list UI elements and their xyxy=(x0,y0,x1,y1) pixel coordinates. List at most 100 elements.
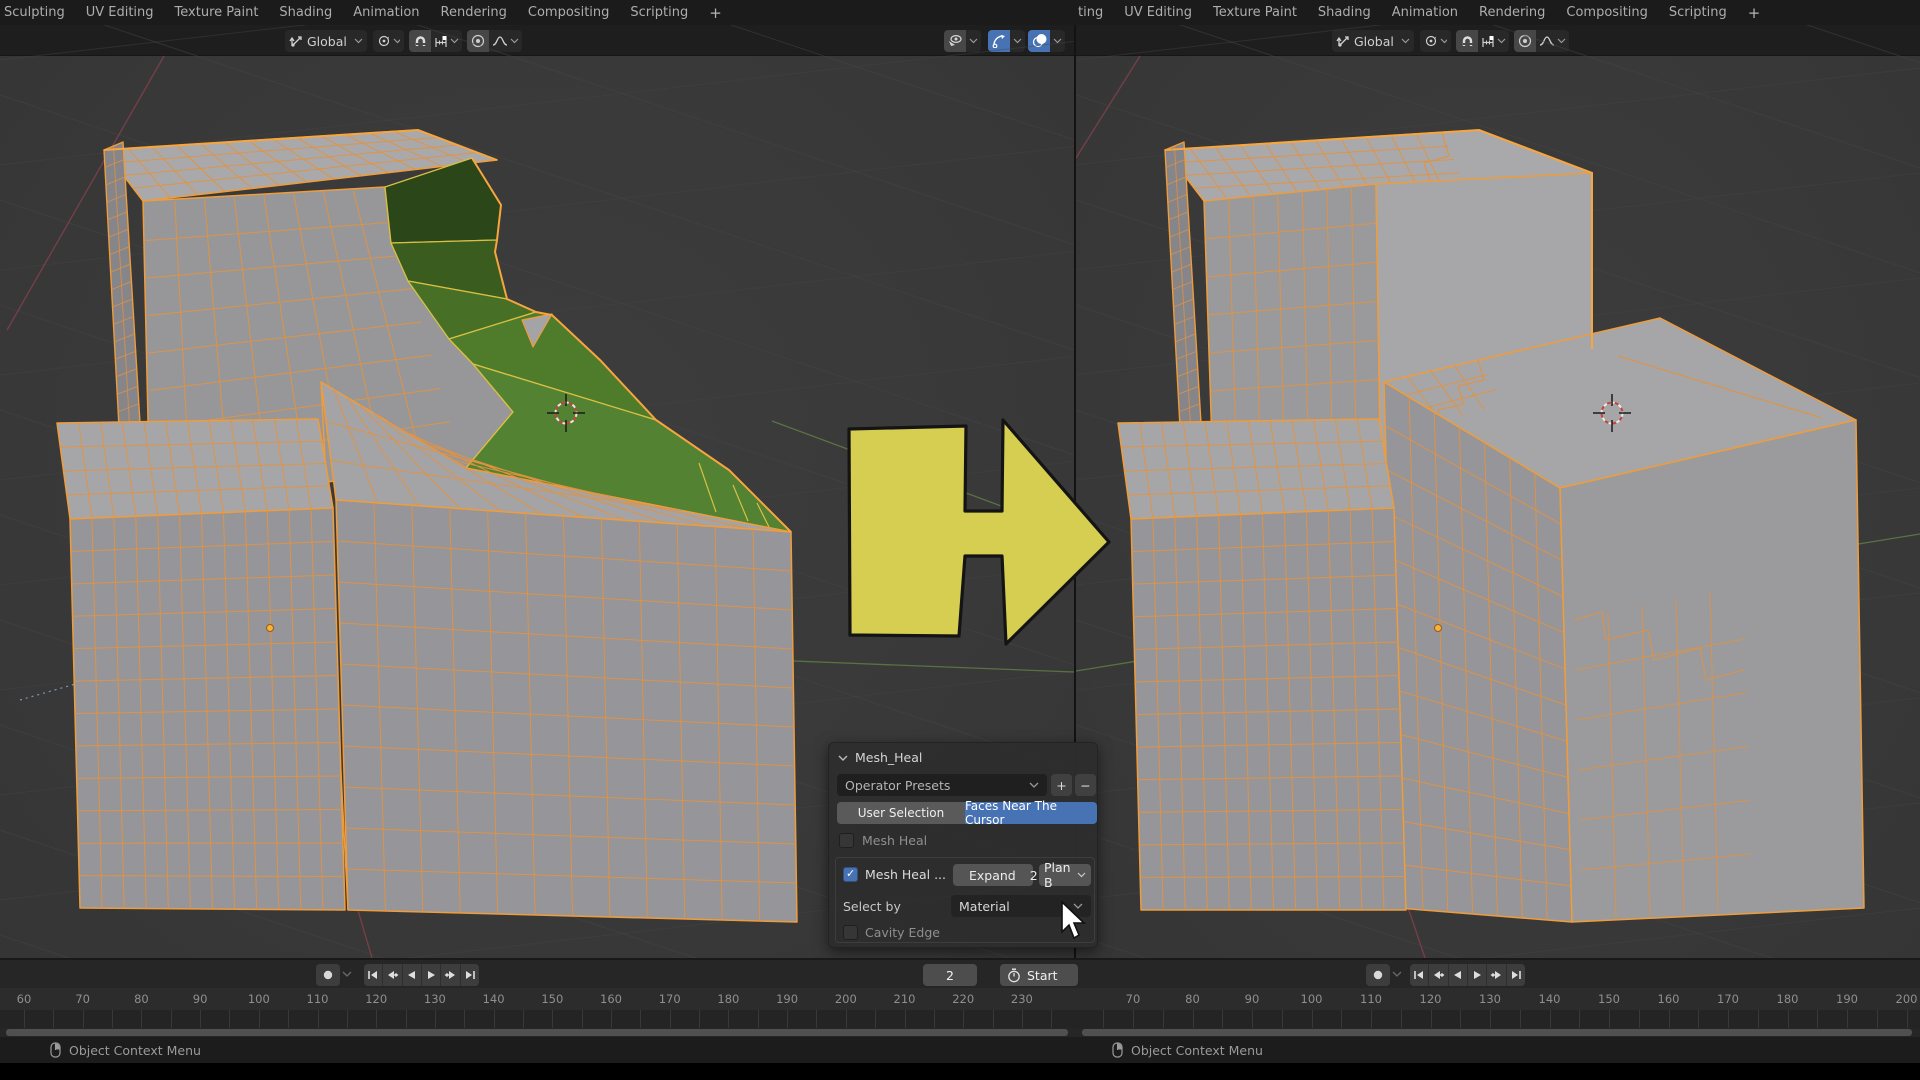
ruler-tick xyxy=(1758,1010,1759,1028)
preset-remove-button[interactable]: − xyxy=(1075,774,1096,796)
workspace-tab-right-uv-editing[interactable]: UV Editing xyxy=(1124,5,1192,20)
snap-with-dropdown[interactable] xyxy=(431,30,462,52)
workspace-tab-right-ting[interactable]: ting xyxy=(1078,5,1103,20)
show-overlays-dropdown[interactable] xyxy=(1050,30,1065,52)
play-reverse-button[interactable] xyxy=(403,964,422,986)
timeline-tick-strip[interactable] xyxy=(0,1010,1920,1028)
panel-header[interactable]: Mesh_Heal xyxy=(829,749,1097,769)
workspace-tab-right-compositing[interactable]: Compositing xyxy=(1566,5,1648,20)
transform-orientation-dropdown-right[interactable]: Global xyxy=(1332,30,1414,52)
pivot-point-dropdown-right[interactable] xyxy=(1420,30,1451,52)
workspace-tab-left-animation[interactable]: Animation xyxy=(353,5,419,20)
proportional-editing-toggle[interactable] xyxy=(1514,30,1536,52)
previous-keyframe-button[interactable] xyxy=(1429,964,1448,986)
timeline-ruler[interactable]: 6070809010011012013014015016017018019020… xyxy=(0,988,1920,1010)
panel-title: Mesh_Heal xyxy=(855,750,922,765)
mesh-heal-sub-checkbox[interactable] xyxy=(843,867,858,882)
workspace-tab-left-texture-paint[interactable]: Texture Paint xyxy=(175,5,259,20)
ruler-tick xyxy=(1609,1010,1610,1028)
ruler-tick xyxy=(640,1010,641,1028)
preset-add-button[interactable]: + xyxy=(1051,774,1072,796)
snap-target-icon xyxy=(1481,35,1495,48)
workspace-tab-right-shading[interactable]: Shading xyxy=(1318,5,1371,20)
record-button-right[interactable] xyxy=(1366,964,1390,986)
select-by-value: Material xyxy=(959,899,1073,914)
timeline-scrollbar-right[interactable] xyxy=(1082,1029,1912,1036)
pivot-icon xyxy=(377,34,389,48)
previous-keyframe-button[interactable] xyxy=(383,964,402,986)
workspace-tab-left-shading[interactable]: Shading xyxy=(279,5,332,20)
record-button-left[interactable] xyxy=(316,964,340,986)
snap-magnet-toggle[interactable] xyxy=(409,30,431,52)
transform-orientation-dropdown-left[interactable]: Global xyxy=(285,30,367,52)
proportional-editing-group-left xyxy=(467,30,522,52)
add-workspace-button[interactable]: + xyxy=(1748,4,1761,22)
show-gizmos-dropdown[interactable] xyxy=(1010,30,1025,52)
pivot-point-dropdown-left[interactable] xyxy=(373,30,404,52)
jump-to-start-button[interactable] xyxy=(1410,964,1429,986)
user-selection-button[interactable]: User Selection xyxy=(837,802,965,824)
ruler-frame-label: 70 xyxy=(75,992,90,1006)
viewport-3d-right[interactable] xyxy=(1076,56,1920,958)
ruler-tick xyxy=(1669,1010,1670,1028)
cavity-edge-checkbox[interactable] xyxy=(843,925,858,940)
chevron-down-icon xyxy=(1440,38,1447,44)
viewport-header-strip: Global Global xyxy=(0,25,1920,56)
workspace-tab-right-texture-paint[interactable]: Texture Paint xyxy=(1213,5,1297,20)
plan-dropdown[interactable]: Plan B xyxy=(1039,864,1091,886)
ruler-frame-label: 160 xyxy=(600,992,622,1006)
next-keyframe-button[interactable] xyxy=(1487,964,1506,986)
workspace-tab-left-uv-editing[interactable]: UV Editing xyxy=(86,5,154,20)
workspace-tab-left-sculpting[interactable]: Sculpting xyxy=(4,5,65,20)
ruler-frame-label: 70 xyxy=(1126,992,1141,1006)
ruler-tick xyxy=(816,1010,817,1028)
workspace-tab-right-scripting[interactable]: Scripting xyxy=(1669,5,1727,20)
mesh-heal-checkbox[interactable] xyxy=(839,833,854,848)
snap-with-dropdown[interactable] xyxy=(1478,30,1509,52)
workspace-tab-left-scripting[interactable]: Scripting xyxy=(630,5,688,20)
chevron-down-icon xyxy=(1557,38,1566,44)
faces-near-cursor-button[interactable]: Faces Near The Cursor xyxy=(965,802,1097,824)
show-gizmos-toggle[interactable] xyxy=(988,30,1010,52)
snap-magnet-toggle[interactable] xyxy=(1456,30,1478,52)
workspace-tab-right-animation[interactable]: Animation xyxy=(1392,5,1458,20)
jump-to-end-button[interactable] xyxy=(1507,964,1525,986)
panel-collapse-chevron-icon[interactable] xyxy=(838,755,848,762)
current-frame-field[interactable]: 2 xyxy=(923,964,977,986)
workspace-tab-left-compositing[interactable]: Compositing xyxy=(528,5,610,20)
selectability-visibility-toggle[interactable] xyxy=(944,30,966,52)
ruler-frame-label: 230 xyxy=(1011,992,1033,1006)
play-reverse-button[interactable] xyxy=(1449,964,1468,986)
next-keyframe-button[interactable] xyxy=(441,964,460,986)
ruler-tick xyxy=(758,1010,759,1028)
ruler-frame-label: 210 xyxy=(894,992,916,1006)
play-button[interactable] xyxy=(422,964,441,986)
jump-to-start-button[interactable] xyxy=(364,964,383,986)
orientation-axis-icon xyxy=(1336,34,1350,48)
magnet-icon xyxy=(1460,34,1475,48)
show-overlays-toggle[interactable] xyxy=(1028,30,1050,52)
operator-presets-dropdown[interactable]: Operator Presets xyxy=(837,774,1047,796)
ruler-tick xyxy=(406,1010,407,1028)
ruler-tick xyxy=(141,1010,142,1028)
workspace-tab-right-rendering[interactable]: Rendering xyxy=(1479,5,1545,20)
workspace-tab-left-rendering[interactable]: Rendering xyxy=(441,5,507,20)
start-frame-field[interactable]: Start xyxy=(1000,964,1078,986)
chevron-down-icon xyxy=(1077,872,1086,878)
timeline-scrollbar-left[interactable] xyxy=(6,1029,1068,1036)
ruler-tick xyxy=(582,1010,583,1028)
selectability-visibility-dropdown[interactable] xyxy=(966,30,981,52)
play-button[interactable] xyxy=(1468,964,1487,986)
ruler-tick xyxy=(53,1010,54,1028)
proportional-editing-group-right xyxy=(1514,30,1569,52)
record-chevron-icon[interactable] xyxy=(1392,971,1402,979)
falloff-dropdown[interactable] xyxy=(489,30,522,52)
jump-to-end-button[interactable] xyxy=(461,964,479,986)
mesh-heal-label: Mesh Heal xyxy=(862,833,927,848)
playback-controls-left xyxy=(364,964,479,986)
record-chevron-icon[interactable] xyxy=(342,971,352,979)
falloff-dropdown[interactable] xyxy=(1536,30,1569,52)
proportional-editing-toggle[interactable] xyxy=(467,30,489,52)
add-workspace-button[interactable]: + xyxy=(709,4,722,22)
expand-button[interactable]: Expand 2 xyxy=(953,864,1033,886)
